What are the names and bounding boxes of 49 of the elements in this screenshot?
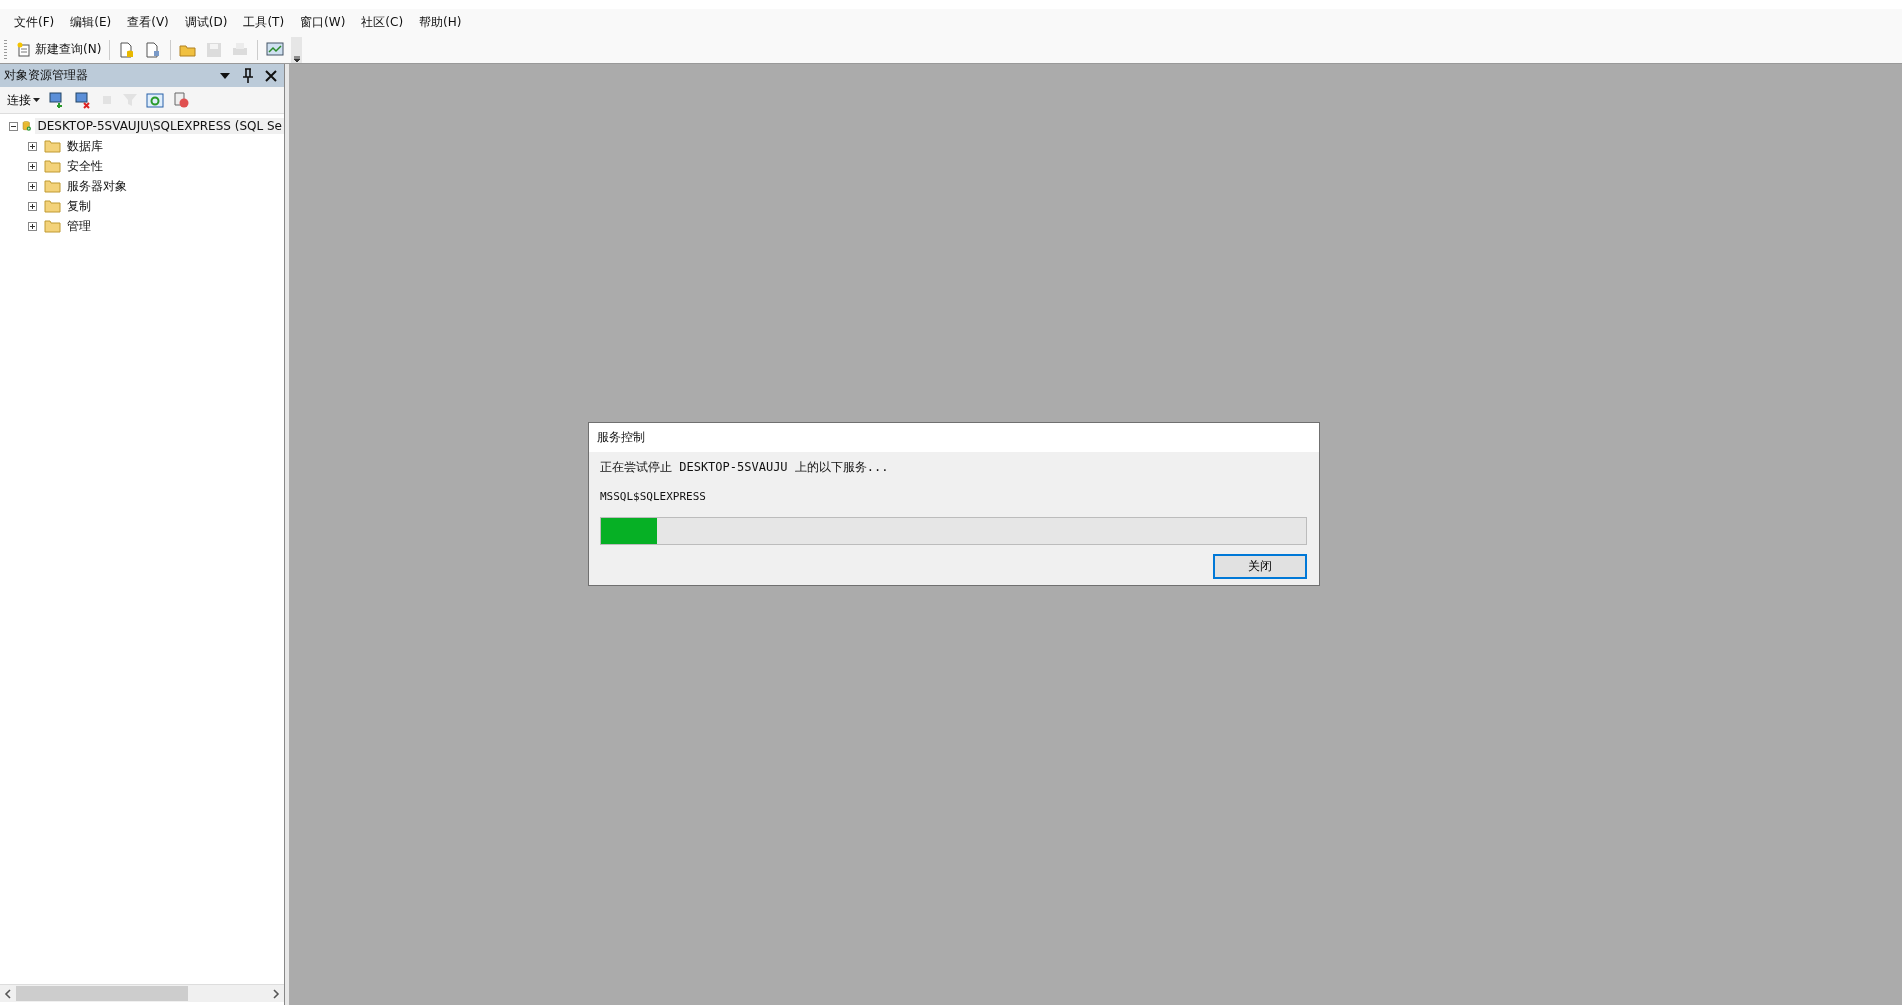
scroll-right-icon[interactable] — [272, 988, 280, 999]
dialog-title: 服务控制 — [589, 423, 1319, 452]
save-icon — [205, 40, 224, 59]
expand-toggle[interactable] — [28, 201, 40, 211]
expand-toggle[interactable] — [28, 221, 40, 231]
toolbar-grip[interactable] — [4, 39, 7, 60]
horizontal-scrollbar[interactable] — [0, 984, 284, 1002]
tree-item[interactable]: 管理 — [65, 216, 93, 236]
menu-item[interactable]: 窗口(W) — [292, 14, 354, 31]
connect-button[interactable]: 连接 — [4, 91, 43, 109]
menu-item[interactable]: 工具(T) — [235, 14, 293, 31]
server-cross-icon — [74, 91, 92, 109]
expand-toggle[interactable] — [28, 181, 40, 191]
panel-title: 对象资源管理器 — [4, 67, 89, 84]
tree-item[interactable]: 安全性 — [65, 156, 105, 176]
menu-item[interactable]: 文件(F) — [6, 14, 63, 31]
new-query-button[interactable]: 新建查询(N) — [13, 40, 105, 59]
pin-icon[interactable] — [241, 67, 255, 84]
toolbar-overflow-button[interactable] — [291, 36, 303, 63]
collapse-toggle[interactable] — [9, 121, 18, 131]
service-name: MSSQL$SQLEXPRESS — [600, 490, 707, 503]
monitor-chart-icon — [266, 40, 287, 59]
refresh-icon — [146, 91, 164, 109]
menu-item[interactable]: 查看(V) — [119, 14, 177, 31]
folder-icon — [44, 199, 61, 213]
caret-icon — [292, 54, 301, 63]
new-query-icon — [16, 41, 32, 58]
menu-item[interactable]: 社区(C) — [353, 14, 412, 31]
expand-toggle[interactable] — [28, 161, 40, 171]
caret-icon — [33, 97, 40, 103]
expand-toggle[interactable] — [28, 141, 40, 151]
close-button[interactable]: 关闭 — [1213, 554, 1307, 579]
tree-item[interactable]: 复制 — [65, 196, 93, 216]
tree-item[interactable]: 服务器对象 — [65, 176, 129, 196]
close-icon[interactable] — [264, 68, 278, 83]
status-message: 正在尝试停止 DESKTOP-5SVAUJU 上的以下服务... — [600, 459, 890, 476]
tree-item[interactable]: 数据库 — [65, 136, 105, 156]
menu-item[interactable]: 编辑(E) — [62, 14, 120, 31]
script-stop-icon — [172, 91, 190, 109]
folder-icon — [44, 139, 61, 153]
scrollbar-thumb[interactable] — [16, 986, 188, 1001]
menu-item[interactable]: 调试(D) — [176, 14, 236, 31]
tree-item[interactable]: DESKTOP-5SVAUJU\SQLEXPRESS (SQL Se — [35, 118, 284, 134]
scroll-left-icon[interactable] — [4, 988, 12, 999]
menu-item[interactable]: 帮助(H) — [411, 14, 470, 31]
folder-icon — [44, 219, 61, 233]
folder-icon — [44, 159, 61, 173]
folder-icon — [44, 179, 61, 193]
refresh-button[interactable] — [143, 90, 167, 110]
